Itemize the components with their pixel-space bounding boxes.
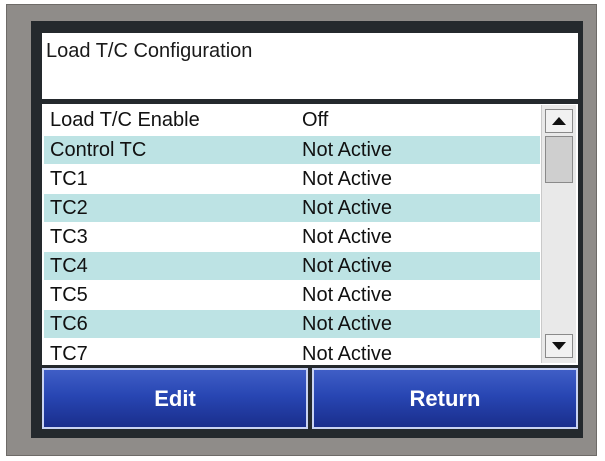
triangle-up-icon	[552, 117, 566, 125]
list-item-value: Not Active	[302, 197, 393, 219]
list-item-label: TC5	[50, 284, 88, 306]
title-panel: Load T/C Configuration	[42, 33, 578, 99]
list-item-tc7[interactable]: TC7 Not Active	[44, 340, 540, 365]
list-item-value: Not Active	[302, 284, 393, 306]
list-item-label: TC4	[50, 255, 88, 277]
list-item-value: Not Active	[302, 139, 393, 161]
scroll-up-button[interactable]	[545, 109, 573, 133]
config-list: Load T/C Enable Off Control TC Not Activ…	[42, 104, 578, 365]
list-item-label: TC7	[50, 343, 88, 365]
list-item-tc1[interactable]: TC1 Not Active	[44, 165, 540, 193]
scrollbar-thumb[interactable]	[545, 136, 573, 183]
list-scrollbar[interactable]	[541, 105, 576, 363]
list-item-label: TC1	[50, 168, 88, 190]
list-item-tc4[interactable]: TC4 Not Active	[44, 252, 540, 280]
list-item-value: Not Active	[302, 168, 393, 190]
page-title: Load T/C Configuration	[46, 40, 253, 62]
list-item-label: Load T/C Enable	[50, 109, 200, 131]
edit-button[interactable]: Edit	[42, 368, 308, 429]
return-button[interactable]: Return	[312, 368, 578, 429]
list-item-load-tc-enable[interactable]: Load T/C Enable Off	[44, 106, 540, 134]
list-item-value: Off	[302, 109, 329, 131]
list-item-label: TC3	[50, 226, 88, 248]
list-item-label: TC2	[50, 197, 88, 219]
triangle-down-icon	[552, 342, 566, 350]
list-item-value: Not Active	[302, 343, 393, 365]
list-item-value: Not Active	[302, 313, 393, 335]
list-item-control-tc[interactable]: Control TC Not Active	[44, 136, 540, 164]
list-item-tc5[interactable]: TC5 Not Active	[44, 281, 540, 309]
list-item-label: TC6	[50, 313, 88, 335]
list-item-label: Control TC	[50, 139, 147, 161]
list-item-tc3[interactable]: TC3 Not Active	[44, 223, 540, 251]
list-item-value: Not Active	[302, 255, 393, 277]
list-item-tc2[interactable]: TC2 Not Active	[44, 194, 540, 222]
list-item-tc6[interactable]: TC6 Not Active	[44, 310, 540, 338]
list-item-value: Not Active	[302, 226, 393, 248]
scroll-down-button[interactable]	[545, 334, 573, 358]
